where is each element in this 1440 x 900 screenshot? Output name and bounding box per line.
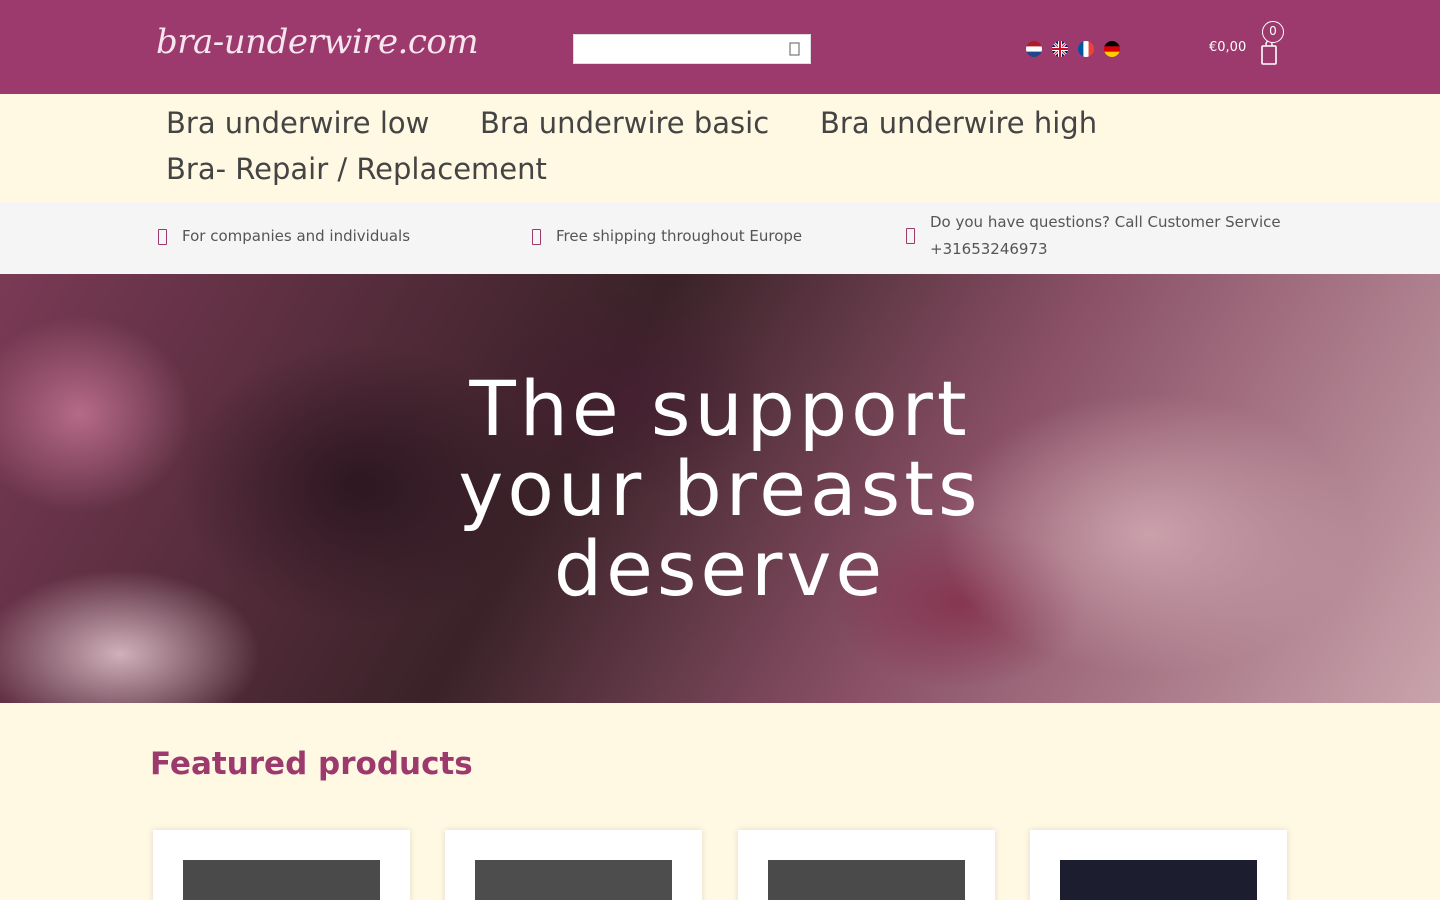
usp-bar: For companies and individuals Free shipp… — [0, 202, 1440, 274]
nav-item-underwire-high[interactable]: Bra underwire high — [820, 106, 1097, 140]
hero-title: The support your breasts deserve — [0, 369, 1440, 609]
hero-line: your breasts — [458, 444, 982, 533]
usp-text: Do you have questions? Call Customer Ser… — [930, 209, 1281, 263]
nav-item-repair-replacement[interactable]: Bra- Repair / Replacement — [166, 152, 547, 186]
search-box — [573, 34, 811, 64]
flag-en-icon[interactable] — [1052, 41, 1068, 57]
product-image[interactable] — [1060, 860, 1257, 900]
featured-products-heading: Featured products — [150, 746, 473, 782]
product-image[interactable] — [475, 860, 672, 900]
product-card[interactable] — [738, 830, 995, 900]
flag-nl-icon[interactable] — [1026, 41, 1042, 57]
check-icon — [158, 228, 167, 245]
hero-line: The support — [469, 364, 971, 453]
search-icon[interactable] — [788, 41, 802, 57]
site-logo[interactable]: bra-underwire.com — [156, 22, 479, 62]
product-card[interactable] — [1030, 830, 1287, 900]
hero-line: deserve — [553, 524, 887, 613]
usp-companies: For companies and individuals — [158, 223, 410, 250]
language-switcher — [1026, 41, 1120, 57]
flag-fr-icon[interactable] — [1078, 41, 1094, 57]
main-navigation: Bra underwire low Bra underwire basic Br… — [0, 94, 1440, 202]
site-header: bra-underwire.com €0,00 0 — [0, 0, 1440, 94]
usp-customer-service: Do you have questions? Call Customer Ser… — [906, 209, 1281, 263]
product-card[interactable] — [445, 830, 702, 900]
product-image[interactable] — [768, 860, 965, 900]
usp-question: Do you have questions? Call Customer Ser… — [930, 213, 1281, 231]
shipping-icon — [532, 228, 541, 245]
product-image[interactable] — [183, 860, 380, 900]
phone-icon — [906, 228, 915, 244]
usp-phone-number[interactable]: +31653246973 — [930, 236, 1281, 263]
usp-shipping: Free shipping throughout Europe — [532, 223, 802, 250]
cart-total[interactable]: €0,00 — [1209, 40, 1246, 55]
nav-item-underwire-basic[interactable]: Bra underwire basic — [480, 106, 769, 140]
usp-text: For companies and individuals — [182, 227, 411, 245]
cart-count-badge: 0 — [1262, 21, 1284, 43]
usp-text: Free shipping throughout Europe — [556, 227, 803, 245]
hero-banner: The support your breasts deserve — [0, 274, 1440, 703]
shopping-bag-icon[interactable] — [1260, 40, 1278, 66]
flag-de-icon[interactable] — [1104, 41, 1120, 57]
nav-item-underwire-low[interactable]: Bra underwire low — [166, 106, 429, 140]
search-input[interactable] — [574, 35, 774, 63]
product-card[interactable] — [153, 830, 410, 900]
